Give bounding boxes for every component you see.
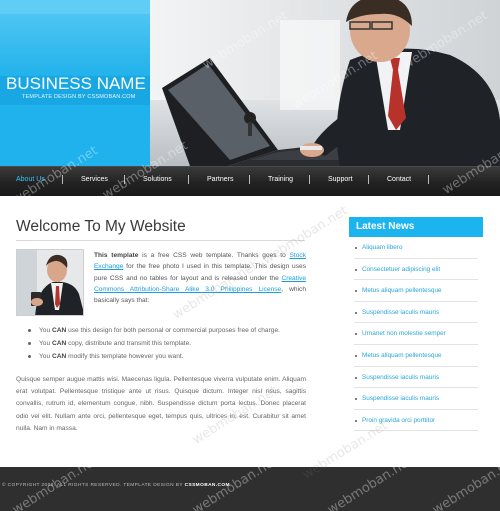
nav-item-about-us[interactable]: About Us (16, 176, 45, 183)
footer: © COPYRIGHT 2009. ALL RIGHTS RESERVED. T… (0, 467, 500, 511)
footer-copyright: © COPYRIGHT 2009. ALL RIGHTS RESERVED. T… (2, 483, 230, 488)
nav-item-support[interactable]: Support (328, 176, 353, 183)
nav-item-services[interactable]: Services (81, 176, 108, 183)
thumbnail-photo (16, 249, 84, 316)
nav-item-partners[interactable]: Partners (207, 176, 233, 183)
nav-separator (62, 175, 63, 184)
main-nav: About Us Services Solutions Partners Tra… (0, 166, 500, 196)
news-link[interactable]: Suspendisse iaculis mauris (354, 302, 478, 324)
footer-brand-link[interactable]: CSSMOBAN.COM (185, 483, 230, 488)
news-link[interactable]: Suspendisse iaculis mauris (354, 367, 478, 389)
page-title: Welcome To My Website (16, 218, 186, 235)
intro-text-2: for the free photo I used in this templa… (94, 263, 306, 282)
intro-text-1: is a free CSS web template. Thanks goes … (138, 252, 290, 259)
news-link[interactable]: Aliquam libero (354, 237, 478, 259)
nav-separator (428, 175, 429, 184)
site-name[interactable]: BUSINESS NAME (6, 74, 146, 94)
intro-paragraph: This template is a free CSS web template… (94, 250, 306, 306)
news-link[interactable]: Proin gravida orci porttitor (354, 410, 478, 432)
news-link[interactable]: Consectetuer adipiscing elit (354, 259, 478, 281)
nav-item-contact[interactable]: Contact (387, 176, 411, 183)
title-divider (16, 240, 305, 241)
nav-separator (188, 175, 189, 184)
news-list: Aliquam libero Consectetuer adipiscing e… (354, 237, 478, 432)
license-bullets: You CAN use this design for both persona… (28, 324, 280, 363)
site-tagline: TEMPLATE DESIGN BY CSSMOBAN.COM (22, 94, 136, 100)
news-link[interactable]: Metus aliquam pellentesque (354, 280, 478, 302)
list-item: You CAN use this design for both persona… (28, 324, 280, 337)
nav-separator (124, 175, 125, 184)
nav-item-solutions[interactable]: Solutions (143, 176, 172, 183)
news-link[interactable]: Urnanet non molestie semper (354, 323, 478, 345)
news-link[interactable]: Suspendisse iaculis mauris (354, 388, 478, 410)
news-link[interactable]: Metus aliquam pellentesque (354, 345, 478, 367)
nav-separator (309, 175, 310, 184)
header-photo (150, 0, 500, 166)
brand-panel: BUSINESS NAME TEMPLATE DESIGN BY CSSMOBA… (0, 0, 150, 166)
body-paragraph: Quisque semper augue mattis wisi. Maecen… (16, 376, 306, 432)
nav-separator (249, 175, 250, 184)
header: BUSINESS NAME TEMPLATE DESIGN BY CSSMOBA… (0, 0, 500, 166)
nav-separator (368, 175, 369, 184)
nav-item-training[interactable]: Training (268, 176, 293, 183)
intro-lead: This template (94, 252, 139, 259)
latest-news-heading: Latest News (349, 217, 483, 237)
list-item: You CAN modify this template however you… (28, 350, 280, 363)
list-item: You CAN copy, distribute and transmit th… (28, 337, 280, 350)
